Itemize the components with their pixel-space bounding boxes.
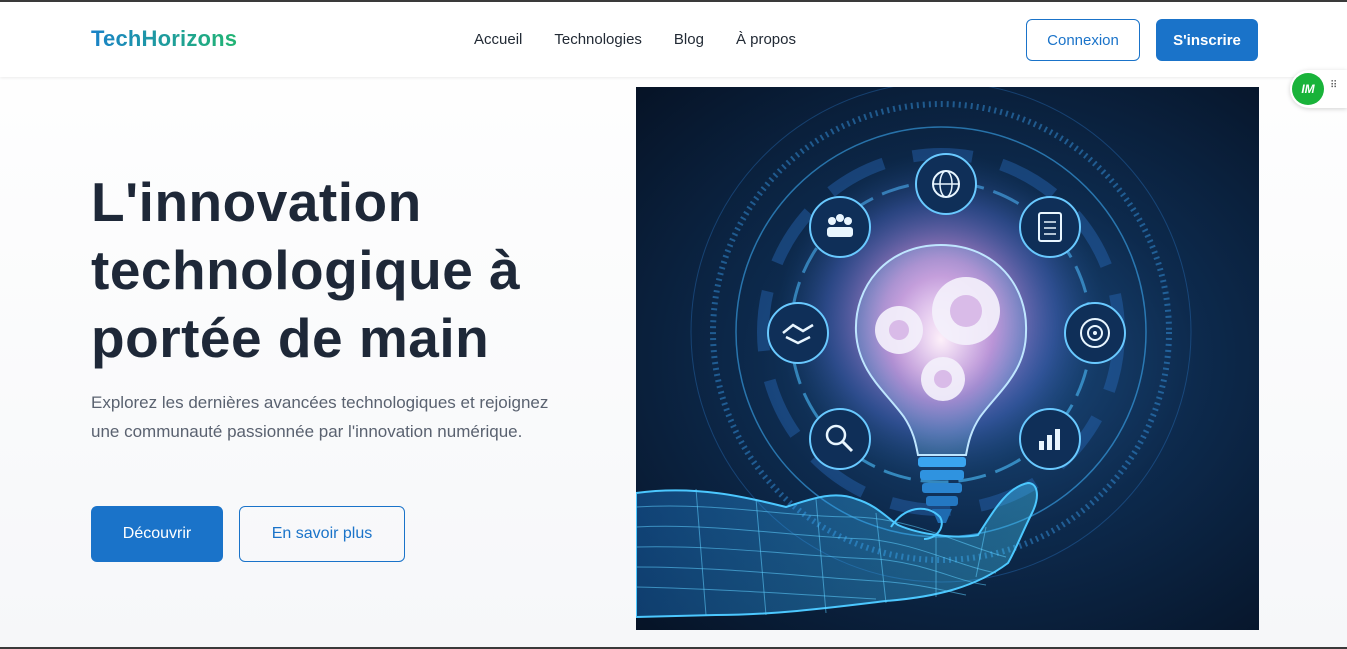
- login-button[interactable]: Connexion: [1026, 19, 1140, 61]
- globe-icon: [915, 153, 977, 215]
- hero-title-line-1: L'innovation: [91, 171, 422, 233]
- hero-title: L'innovation technologique à portée de m…: [91, 168, 611, 372]
- team-icon: [809, 196, 871, 258]
- hero-title-line-3: portée de main: [91, 307, 490, 369]
- nav-link-about[interactable]: À propos: [736, 31, 796, 48]
- nav-link-technologies[interactable]: Technologies: [554, 31, 642, 48]
- wireframe-hand-icon: [636, 481, 1038, 619]
- handshake-icon: [767, 302, 829, 364]
- site-header: TechHorizons Accueil Technologies Blog À…: [0, 2, 1347, 77]
- nav-link-blog[interactable]: Blog: [674, 31, 704, 48]
- extension-badge-icon[interactable]: IM: [1292, 73, 1324, 105]
- learn-more-button[interactable]: En savoir plus: [239, 506, 405, 562]
- hero-illustration: [636, 87, 1259, 630]
- bar-chart-icon: [1019, 408, 1081, 470]
- nav-link-home[interactable]: Accueil: [474, 31, 522, 48]
- target-icon: [1064, 302, 1126, 364]
- hero-illustration-svg: [636, 87, 1192, 619]
- hero-title-line-2: technologique à: [91, 239, 521, 301]
- page: TechHorizons Accueil Technologies Blog À…: [0, 0, 1347, 649]
- hero-description: Explorez les dernières avancées technolo…: [91, 393, 549, 441]
- discover-button[interactable]: Découvrir: [91, 506, 223, 562]
- magnifier-icon: [809, 408, 871, 470]
- clipboard-icon: [1019, 196, 1081, 258]
- site-logo[interactable]: TechHorizons: [91, 26, 237, 52]
- signup-button[interactable]: S'inscrire: [1156, 19, 1258, 61]
- main-nav: Accueil Technologies Blog À propos: [474, 31, 796, 48]
- drag-handle-icon[interactable]: ⠿: [1330, 81, 1340, 95]
- extension-widget[interactable]: IM ⠿: [1290, 70, 1347, 108]
